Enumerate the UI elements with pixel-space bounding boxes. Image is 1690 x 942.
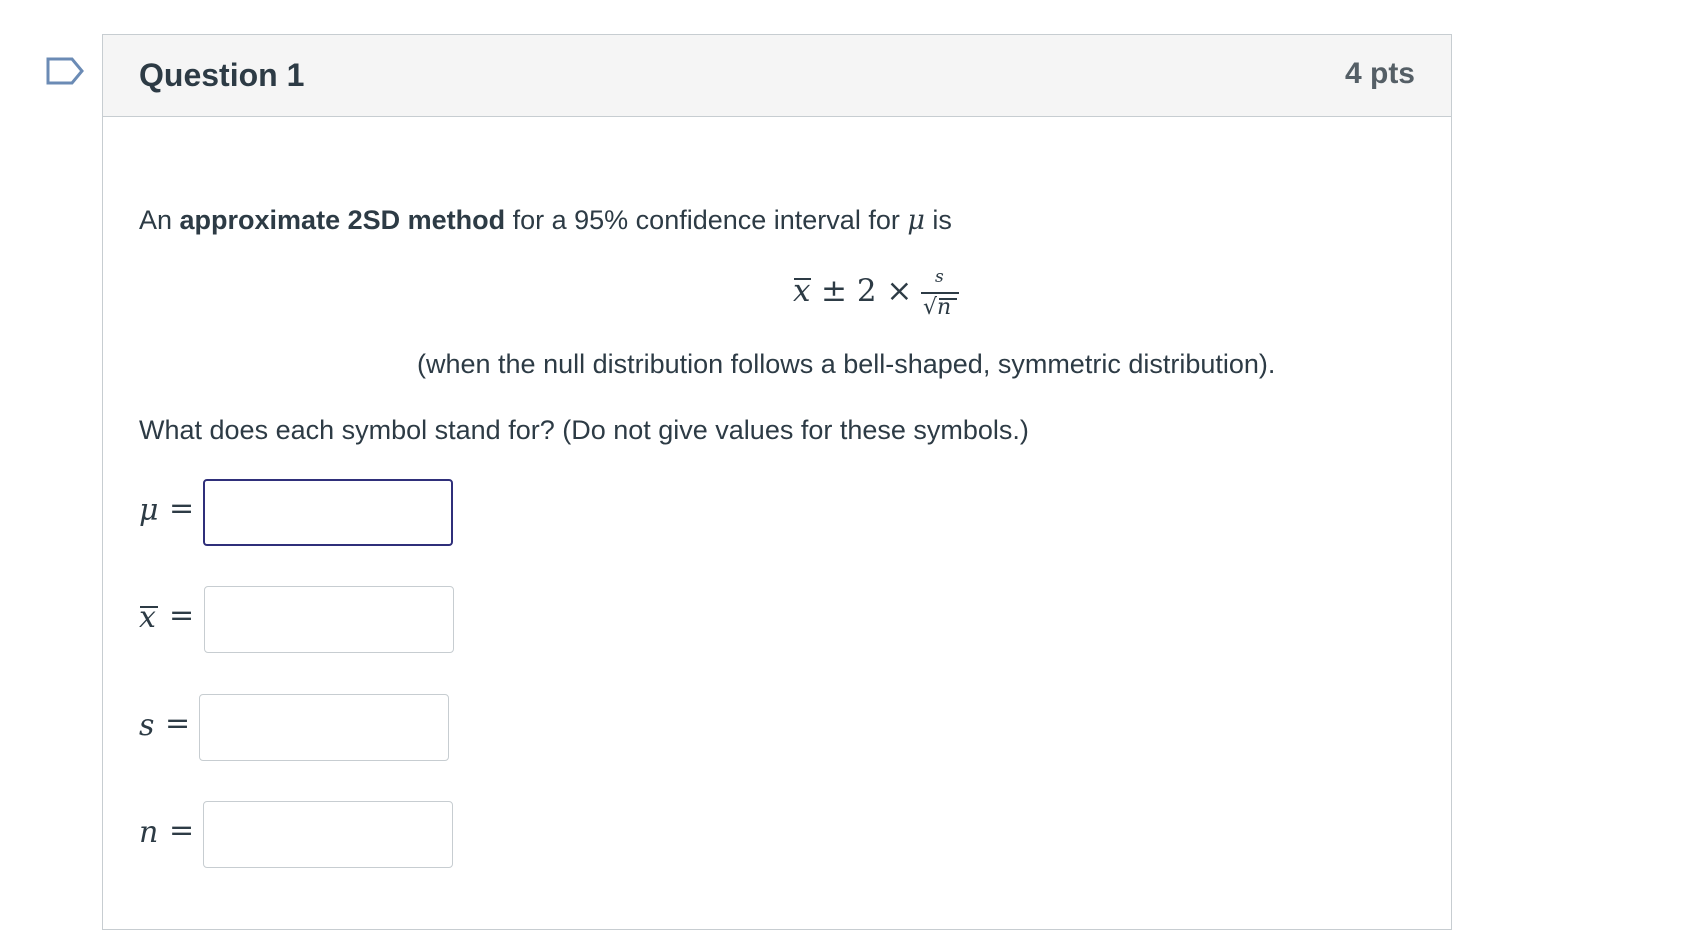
flag-question-icon[interactable] <box>46 57 86 89</box>
answer-symbol-s: s <box>139 708 155 743</box>
question-card: Question 1 4 pts An approximate 2SD meth… <box>102 34 1452 930</box>
s-answer-input[interactable] <box>199 694 449 761</box>
fraction-bar <box>921 292 959 294</box>
question-text-intro: An <box>139 205 180 235</box>
formula-xbar: x <box>793 273 811 309</box>
equals-sign: = <box>165 706 191 741</box>
question-text-end: is <box>924 205 952 235</box>
question-title: Question 1 <box>139 57 305 93</box>
formula-operator: ± 2 × <box>821 273 913 309</box>
sqrt-sign: √ <box>923 295 938 320</box>
xbar-symbol-overline <box>140 606 158 608</box>
question-points: 4 pts <box>1344 57 1415 90</box>
equals-sign: = <box>169 598 195 633</box>
answer-symbol-xbar: x <box>139 600 158 635</box>
question-text-bold: approximate 2SD method <box>179 205 506 235</box>
formula-denominator: √n <box>923 295 957 320</box>
xbar-answer-input[interactable] <box>204 586 454 653</box>
question-text: An approximate 2SD method for a 95% conf… <box>139 205 952 236</box>
formula-fraction: s √n <box>919 267 959 325</box>
formula-numerator: s <box>935 267 944 287</box>
question-header: Question 1 4 pts <box>103 35 1451 117</box>
mu-answer-input[interactable] <box>203 479 453 546</box>
answer-symbol-n: n <box>139 815 159 850</box>
equals-sign: = <box>169 813 195 848</box>
answer-symbol-mu: μ <box>139 493 159 528</box>
question-note: (when the null distribution follows a be… <box>417 349 1276 379</box>
sqrt-overline <box>939 298 957 300</box>
mu-symbol: μ <box>907 205 925 236</box>
question-prompt: What does each symbol stand for? (Do not… <box>139 415 1029 445</box>
equals-sign: = <box>169 491 195 526</box>
question-text-mid: for a 95% confidence interval for <box>505 205 908 235</box>
n-answer-input[interactable] <box>203 801 453 868</box>
